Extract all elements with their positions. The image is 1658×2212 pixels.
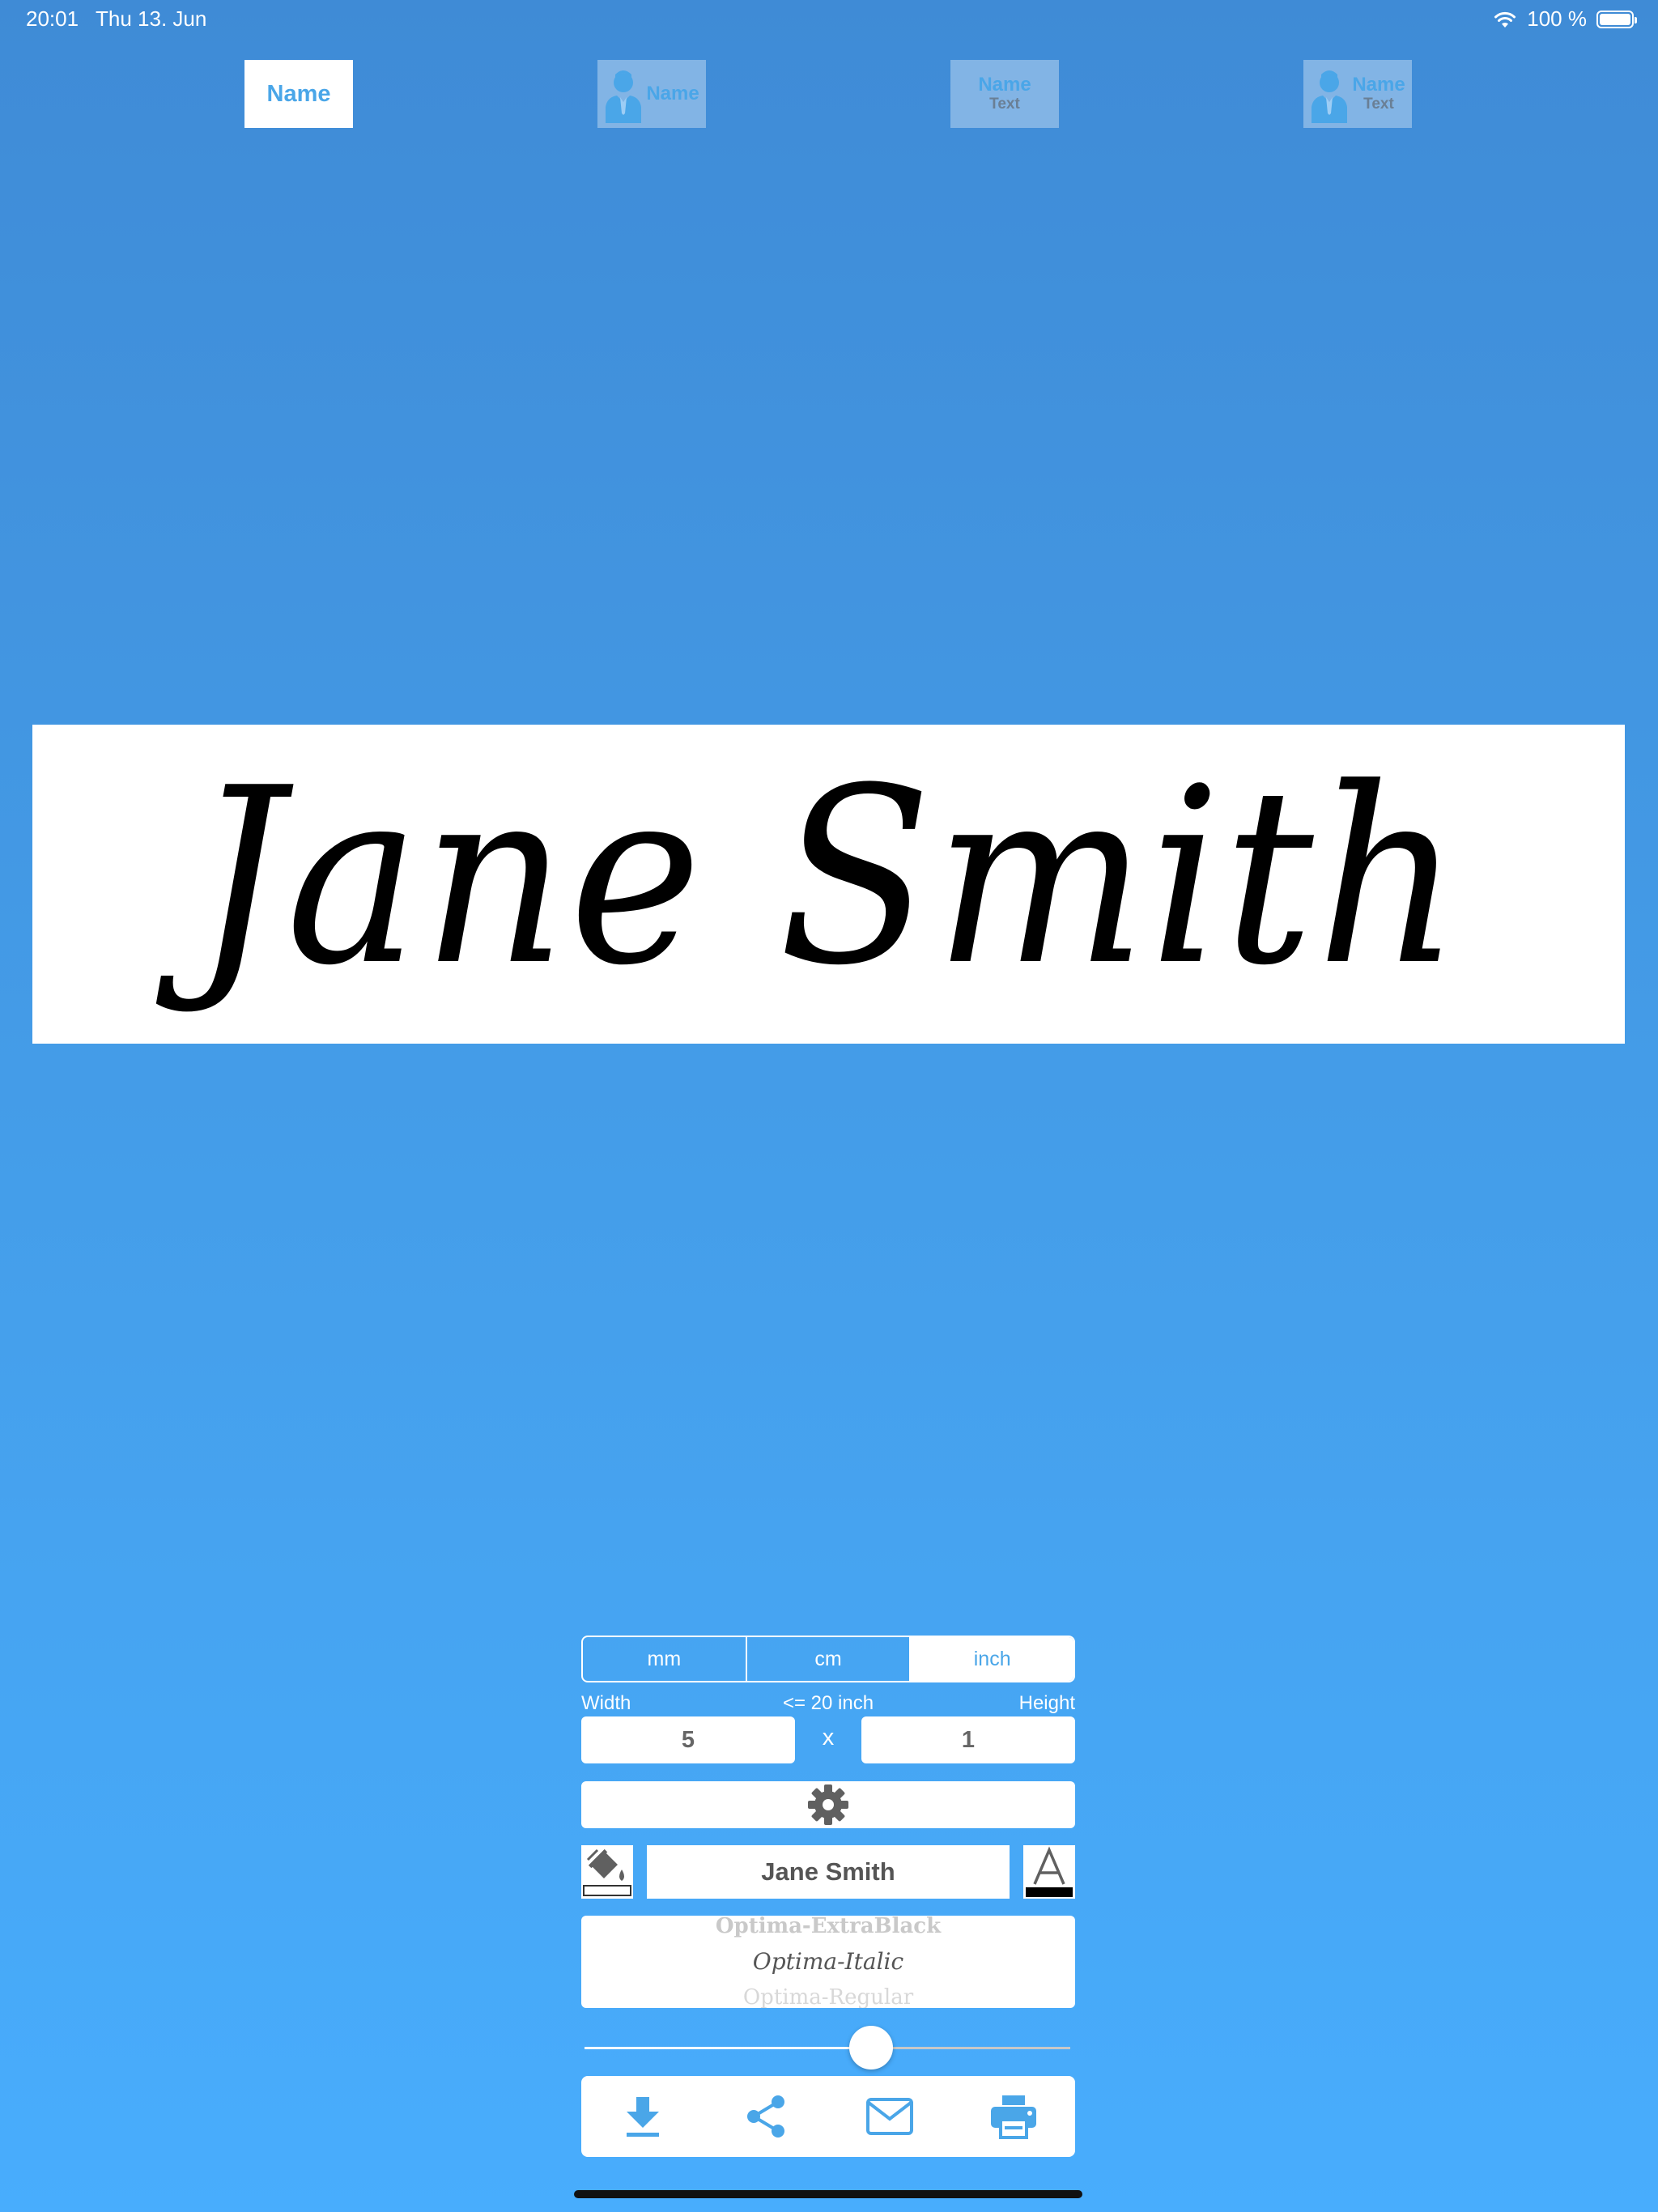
background-color-button[interactable] [581, 1845, 633, 1899]
size-slider[interactable] [581, 2026, 1075, 2069]
wifi-icon [1494, 11, 1516, 28]
template-label-stack: Name Text [1352, 74, 1405, 113]
font-option-below[interactable]: Optima-Regular [581, 1985, 1075, 2008]
settings-button[interactable] [581, 1781, 1075, 1828]
template-name-text-button[interactable]: Name Text [950, 60, 1059, 128]
share-button[interactable] [734, 2084, 799, 2149]
share-icon [746, 2095, 784, 2138]
dimension-separator: x [822, 1725, 835, 1750]
slider-thumb[interactable] [849, 2026, 893, 2069]
text-color-icon [1026, 1846, 1073, 1897]
text-color-button[interactable] [1023, 1845, 1075, 1899]
status-right: 100 % [1493, 6, 1637, 32]
home-indicator [574, 2190, 1082, 2198]
template-sublabel: Text [1363, 95, 1394, 113]
template-photo-name-text-button[interactable]: Name Text [1303, 60, 1412, 128]
unit-cm[interactable]: cm [747, 1637, 912, 1681]
name-row [581, 1845, 1075, 1899]
name-text-field[interactable] [647, 1845, 1010, 1899]
limit-label: <= 20 inch [782, 1692, 874, 1714]
font-option-selected[interactable]: Optima-Italic [581, 1948, 1075, 1975]
person-icon [1312, 70, 1348, 123]
template-label: Name [978, 74, 1031, 96]
person-icon [606, 70, 642, 123]
status-date: Thu 13. Jun [96, 6, 207, 31]
font-picker[interactable]: Optima-ExtraBlack Optima-Italic Optima-R… [581, 1916, 1075, 2008]
print-button[interactable] [981, 2084, 1046, 2149]
mail-icon [866, 2098, 914, 2135]
height-field[interactable]: 1 [861, 1716, 1075, 1763]
status-time: 20:01 [26, 6, 79, 31]
template-label: Name [1352, 74, 1405, 96]
battery-percent: 100 % [1527, 6, 1587, 31]
font-option-above[interactable]: Optima-ExtraBlack [581, 1916, 1075, 1938]
battery-icon [1596, 10, 1637, 28]
slider-fill [585, 2047, 871, 2049]
template-label-stack: Name Text [978, 74, 1031, 113]
unit-selector: mm cm inch [581, 1636, 1075, 1682]
gear-icon [808, 1784, 848, 1825]
unit-inch[interactable]: inch [911, 1637, 1073, 1681]
width-field[interactable]: 5 [581, 1716, 795, 1763]
template-name-button[interactable]: Name [244, 60, 353, 128]
paint-bucket-icon [583, 1848, 631, 1896]
template-photo-name-button[interactable]: Name [597, 60, 706, 128]
mail-button[interactable] [857, 2084, 922, 2149]
template-label: Name [266, 80, 331, 107]
download-icon [627, 2097, 660, 2137]
download-button[interactable] [610, 2084, 675, 2149]
preview-text: Jane Smith [193, 735, 1464, 1019]
unit-mm[interactable]: mm [583, 1637, 747, 1681]
print-icon [990, 2095, 1036, 2139]
status-bar: 20:01 Thu 13. Jun 100 % [0, 0, 1658, 39]
name-sign-preview: Jane Smith [32, 725, 1625, 1044]
template-sublabel: Text [989, 95, 1020, 113]
action-bar [581, 2076, 1075, 2157]
height-label: Height [1018, 1692, 1075, 1714]
template-label: Name [646, 83, 699, 104]
